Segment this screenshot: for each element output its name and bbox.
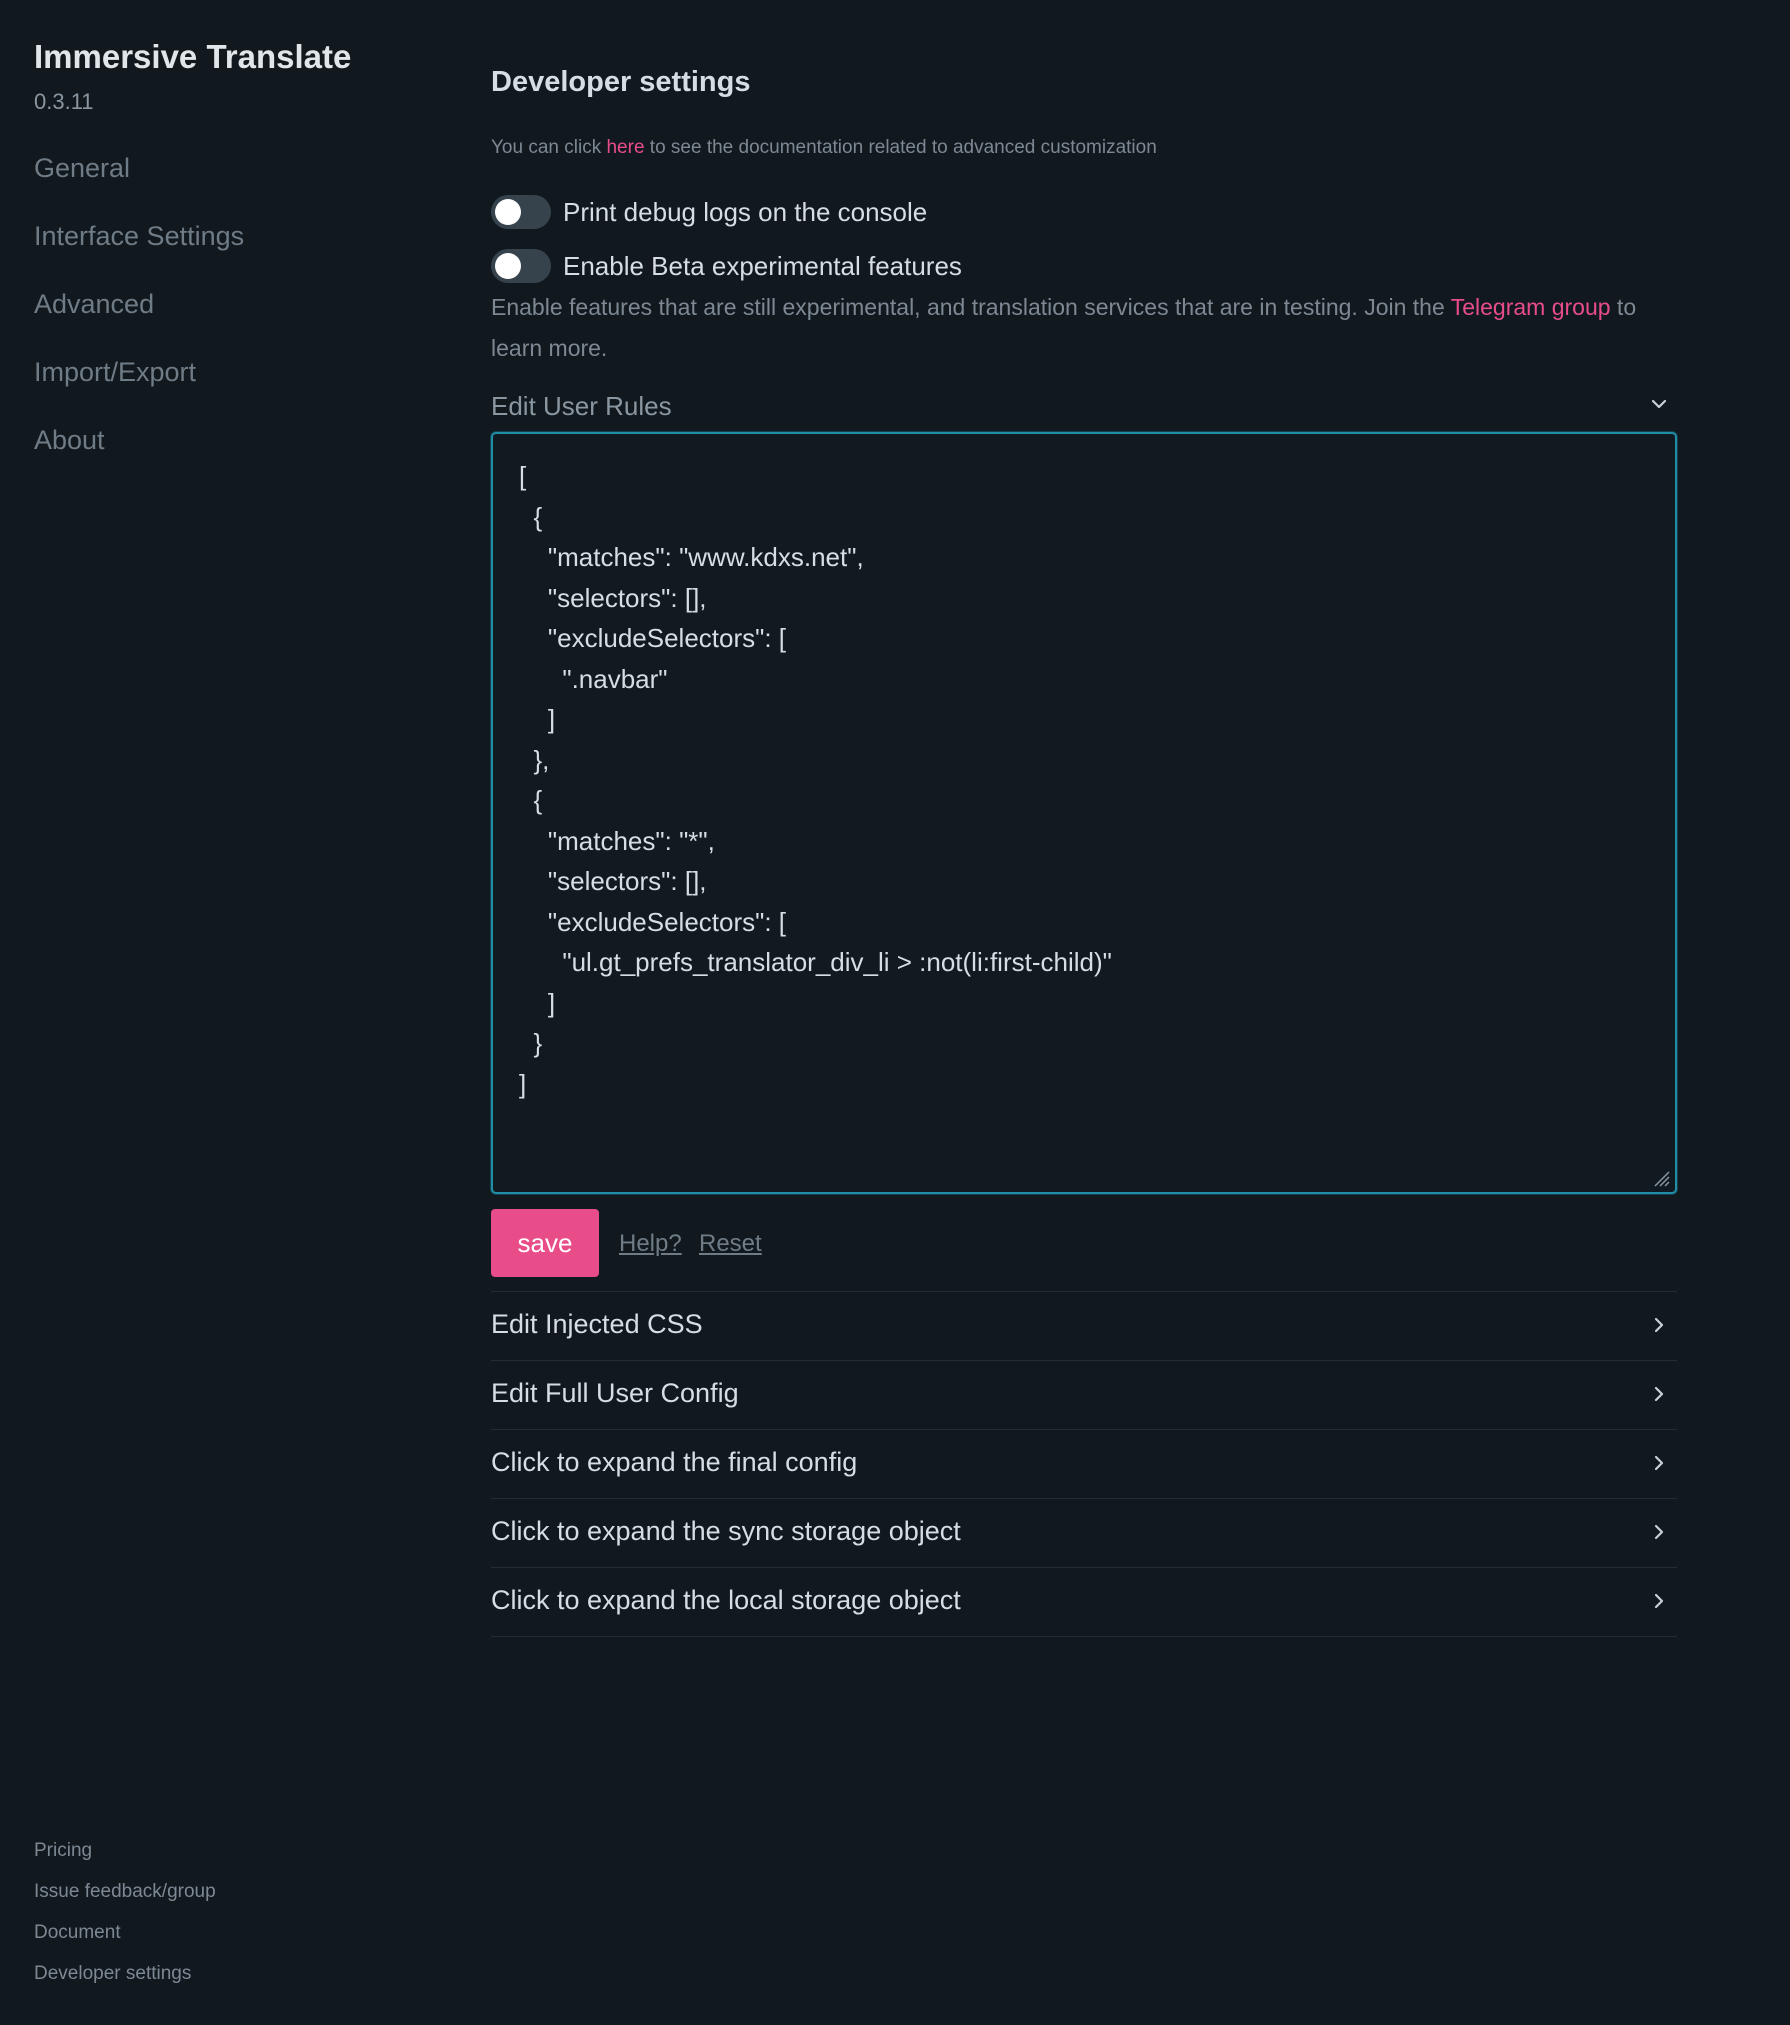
edit-full-user-config-label: Edit Full User Config	[491, 1378, 739, 1408]
chevron-down-icon	[1651, 399, 1667, 409]
edit-injected-css-label: Edit Injected CSS	[491, 1309, 703, 1339]
sidebar: Immersive Translate 0.3.11 General Inter…	[0, 0, 440, 2025]
sync-storage-row[interactable]: Click to expand the sync storage object	[491, 1499, 1677, 1568]
footer-link-issue-feedback[interactable]: Issue feedback/group	[34, 1877, 216, 1918]
edit-user-rules-header[interactable]: Edit User Rules	[491, 388, 1677, 424]
beta-features-row: Enable Beta experimental features	[491, 249, 962, 283]
chevron-right-icon	[1654, 1317, 1664, 1333]
debug-logs-toggle[interactable]	[491, 195, 551, 229]
toggle-knob	[495, 253, 521, 279]
sidebar-footer-links: Pricing Issue feedback/group Document De…	[34, 1836, 216, 2000]
chevron-right-icon	[1654, 1593, 1664, 1609]
beta-features-description: Enable features that are still experimen…	[491, 287, 1677, 369]
sidebar-item-interface-settings[interactable]: Interface Settings	[34, 216, 244, 284]
footer-link-pricing[interactable]: Pricing	[34, 1836, 216, 1877]
telegram-group-link[interactable]: Telegram group	[1451, 294, 1611, 320]
local-storage-label: Click to expand the local storage object	[491, 1585, 961, 1615]
doc-note-before: You can click	[491, 137, 607, 158]
local-storage-row[interactable]: Click to expand the local storage object	[491, 1568, 1677, 1637]
debug-logs-label: Print debug logs on the console	[563, 196, 928, 227]
debug-logs-row: Print debug logs on the console	[491, 195, 927, 229]
user-rules-editor[interactable]: [ { "matches": "www.kdxs.net", "selector…	[491, 432, 1677, 1194]
sidebar-item-import-export[interactable]: Import/Export	[34, 352, 244, 420]
reset-link[interactable]: Reset	[699, 1230, 762, 1258]
final-config-label: Click to expand the final config	[491, 1447, 858, 1477]
sidebar-item-general[interactable]: General	[34, 148, 244, 216]
sync-storage-label: Click to expand the sync storage object	[491, 1516, 961, 1546]
edit-full-user-config-row[interactable]: Edit Full User Config	[491, 1361, 1677, 1430]
resize-handle-icon[interactable]	[1649, 1166, 1671, 1188]
beta-features-toggle[interactable]	[491, 249, 551, 283]
chevron-right-icon	[1654, 1455, 1664, 1471]
edit-injected-css-row[interactable]: Edit Injected CSS	[491, 1292, 1677, 1361]
sidebar-item-advanced[interactable]: Advanced	[34, 284, 244, 352]
footer-link-document[interactable]: Document	[34, 1918, 216, 1959]
collapsible-sections: Edit Injected CSS Edit Full User Config …	[491, 1291, 1677, 1637]
doc-note-after: to see the documentation related to adva…	[644, 137, 1157, 158]
beta-features-label: Enable Beta experimental features	[563, 250, 962, 281]
documentation-note: You can click here to see the documentat…	[491, 137, 1157, 159]
chevron-right-icon	[1654, 1524, 1664, 1540]
footer-link-developer-settings[interactable]: Developer settings	[34, 1959, 216, 2000]
final-config-row[interactable]: Click to expand the final config	[491, 1430, 1677, 1499]
edit-user-rules-label: Edit User Rules	[491, 391, 672, 421]
chevron-right-icon	[1654, 1386, 1664, 1402]
app-version: 0.3.11	[34, 89, 94, 114]
save-button[interactable]: save	[491, 1209, 599, 1277]
app-title: Immersive Translate	[34, 38, 352, 75]
doc-link[interactable]: here	[606, 137, 644, 158]
user-rules-text[interactable]: [ { "matches": "www.kdxs.net", "selector…	[493, 434, 1675, 1104]
beta-desc-before: Enable features that are still experimen…	[491, 294, 1451, 320]
page-title: Developer settings	[491, 66, 751, 98]
sidebar-item-about[interactable]: About	[34, 420, 244, 488]
help-link[interactable]: Help?	[619, 1230, 682, 1258]
toggle-knob	[495, 199, 521, 225]
sidebar-nav: General Interface Settings Advanced Impo…	[34, 148, 244, 488]
